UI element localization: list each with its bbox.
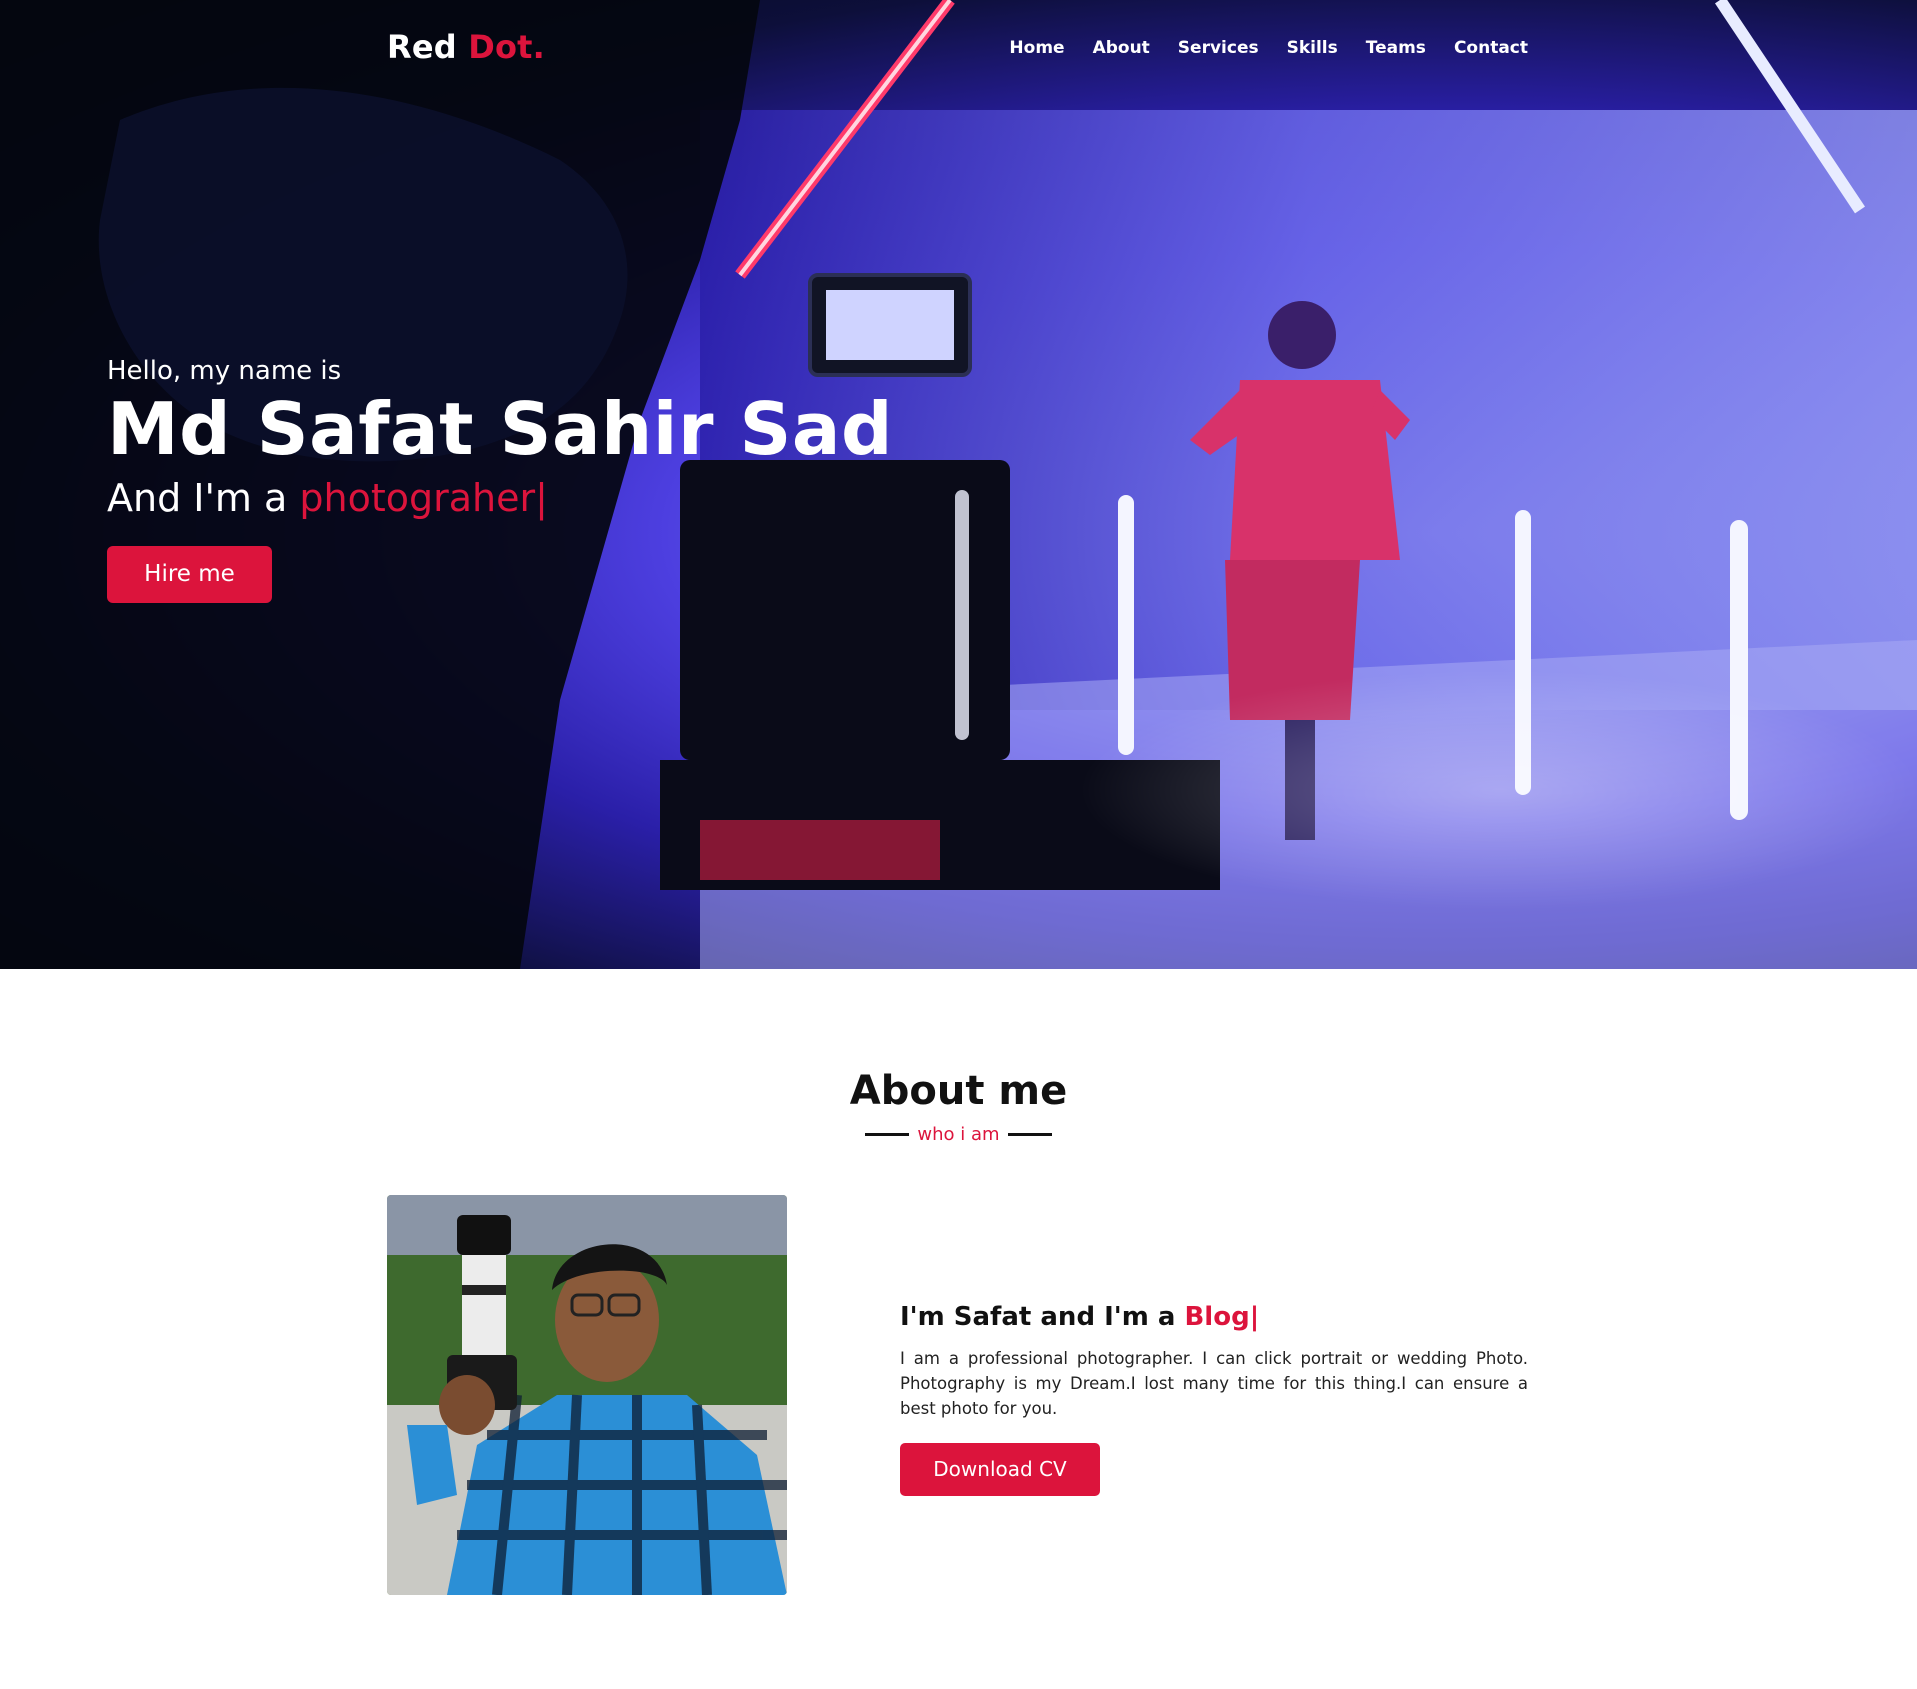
about-typing-caret: | xyxy=(1249,1302,1260,1332)
hire-me-button[interactable]: Hire me xyxy=(107,545,272,603)
nav-link-skills[interactable]: Skills xyxy=(1287,38,1338,58)
logo-main-text: Red xyxy=(387,28,469,66)
hero-typing-caret: | xyxy=(535,475,548,520)
nav-link-contact[interactable]: Contact xyxy=(1454,38,1528,58)
about-heading-typed: Blog xyxy=(1184,1302,1250,1332)
about-content: I'm Safat and I'm a Blog| I am a profess… xyxy=(900,1302,1528,1496)
about-subtitle-text: who i am xyxy=(917,1124,1000,1145)
subtitle-right-line xyxy=(1007,1133,1052,1136)
about-description: I am a professional photographer. I can … xyxy=(900,1349,1528,1418)
about-title: About me xyxy=(849,1068,1068,1114)
about-heading-prefix: I'm Safat and I'm a xyxy=(900,1302,1185,1332)
nav-link-teams[interactable]: Teams xyxy=(1366,38,1426,58)
nav-link-about[interactable]: About xyxy=(1093,38,1150,58)
logo-accent-text: Dot. xyxy=(468,28,546,66)
nav-link-home[interactable]: Home xyxy=(1009,38,1064,58)
hero-role-prefix: And I'm a xyxy=(107,475,300,520)
hero-role: And I'm a photograher| xyxy=(107,476,867,520)
nav-link-services[interactable]: Services xyxy=(1178,38,1259,58)
hero-role-typed: photograher xyxy=(299,475,536,520)
about-subtitle: who i am xyxy=(865,1124,1052,1145)
hero-intro: Hello, my name is Md Safat Sahir Sad And… xyxy=(107,356,894,603)
profile-photo xyxy=(387,1195,787,1595)
download-cv-button[interactable]: Download CV xyxy=(900,1443,1100,1496)
hero-greeting: Hello, my name is xyxy=(107,356,342,386)
profile-photo-image xyxy=(387,1195,787,1595)
about-header: About me who i am xyxy=(0,1068,1917,1145)
about-heading: I'm Safat and I'm a Blog| xyxy=(900,1302,1528,1332)
hero-section: Red Dot. Home About Services Skills Team… xyxy=(0,0,1917,969)
hero-name: Md Safat Sahir Sad xyxy=(107,387,894,471)
site-logo[interactable]: Red Dot. xyxy=(387,28,545,66)
top-navbar: Red Dot. Home About Services Skills Team… xyxy=(0,0,1917,100)
subtitle-left-line xyxy=(865,1133,910,1136)
nav-menu: Home About Services Skills Teams Contact xyxy=(1009,38,1528,58)
